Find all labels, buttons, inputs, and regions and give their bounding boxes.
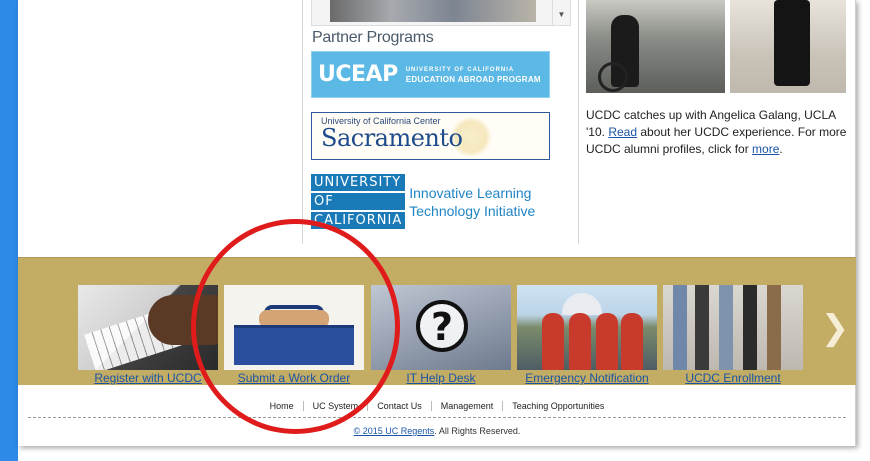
person-figure: [621, 313, 643, 370]
work-order-link[interactable]: Submit a Work Order: [224, 371, 364, 385]
person-figure: [774, 0, 810, 86]
sacramento-logo-text: Sacramento: [321, 124, 463, 152]
chevron-right-icon[interactable]: ❯: [820, 288, 850, 368]
ilti-logo-link[interactable]: UNIVERSITY OF CALIFORNIA Innovative Lear…: [311, 173, 536, 231]
uc-wordmark: UNIVERSITY OF CALIFORNIA: [311, 173, 406, 231]
emergency-link[interactable]: Emergency Notification: [517, 371, 657, 385]
toolbox-icon: [234, 325, 354, 365]
ucea-logo-link[interactable]: UCEAP UNIVERSITY OF CALIFORNIA EDUCATION…: [311, 51, 550, 98]
memorial-dome: [562, 293, 602, 315]
footer-link-contact[interactable]: Contact Us: [367, 401, 431, 411]
quick-links-carousel: Register with UCDC Submit a Work Order ?…: [18, 257, 856, 385]
footer-link-uc-system[interactable]: UC System: [302, 401, 368, 411]
person-figure: [569, 313, 591, 370]
person-figure: [542, 313, 564, 370]
alumni-photo-standing[interactable]: [730, 0, 846, 93]
help-desk-link[interactable]: IT Help Desk: [371, 371, 511, 385]
question-mark-icon: ?: [416, 300, 468, 352]
footer-link-home[interactable]: Home: [261, 401, 303, 411]
read-link[interactable]: Read: [608, 125, 637, 139]
footer-nav: Home UC System Contact Us Management Teachin…: [18, 401, 856, 411]
alumni-caption: UCDC catches up with Angelica Galang, UC…: [586, 108, 847, 156]
register-tile-image[interactable]: [78, 285, 218, 370]
person-figure: [673, 285, 687, 370]
video-thumbnail[interactable]: [330, 0, 536, 22]
copyright-link[interactable]: © 2015 UC Regents: [354, 426, 435, 436]
column-divider: [302, 0, 303, 244]
main-content: ▼ Partner Programs UCEAP UNIVERSITY OF C…: [18, 0, 856, 256]
emergency-tile-image[interactable]: [517, 285, 657, 370]
work-order-tile-image[interactable]: [224, 285, 364, 370]
video-player[interactable]: ▼: [311, 0, 571, 26]
person-figure: [695, 285, 709, 370]
more-link[interactable]: more: [752, 142, 779, 156]
sacramento-logo-link[interactable]: University of California Center Sacramen…: [311, 112, 550, 160]
person-figure: [719, 285, 733, 370]
person-figure: [743, 285, 757, 370]
left-accent-bar: [0, 0, 18, 461]
ucea-logo-text: UCEAP: [318, 62, 398, 87]
alumni-photo-wheelchair[interactable]: [586, 0, 725, 93]
footer-link-teaching[interactable]: Teaching Opportunities: [502, 401, 614, 411]
enrollment-tile-image[interactable]: [663, 285, 803, 370]
enrollment-link[interactable]: UCDC Enrollment: [663, 371, 803, 385]
partner-programs-heading: Partner Programs: [312, 29, 434, 46]
register-link[interactable]: Register with UCDC: [78, 371, 218, 385]
wheelchair-wheel: [598, 62, 628, 92]
help-desk-tile-image[interactable]: ?: [371, 285, 511, 370]
scroll-down-icon[interactable]: ▼: [552, 0, 570, 25]
hand-graphic: [148, 295, 218, 345]
footer-link-management[interactable]: Management: [430, 401, 503, 411]
person-figure: [767, 285, 781, 370]
footer-divider: [28, 417, 846, 418]
page-container: ▼ Partner Programs UCEAP UNIVERSITY OF C…: [18, 0, 856, 446]
column-divider: [578, 0, 579, 244]
person-figure: [596, 313, 618, 370]
copyright: © 2015 UC Regents. All Rights Reserved.: [353, 426, 521, 436]
ucea-logo-subtext: UNIVERSITY OF CALIFORNIA EDUCATION ABROA…: [405, 66, 541, 84]
ilti-logo-text: Innovative Learning Technology Initiativ…: [409, 185, 536, 219]
